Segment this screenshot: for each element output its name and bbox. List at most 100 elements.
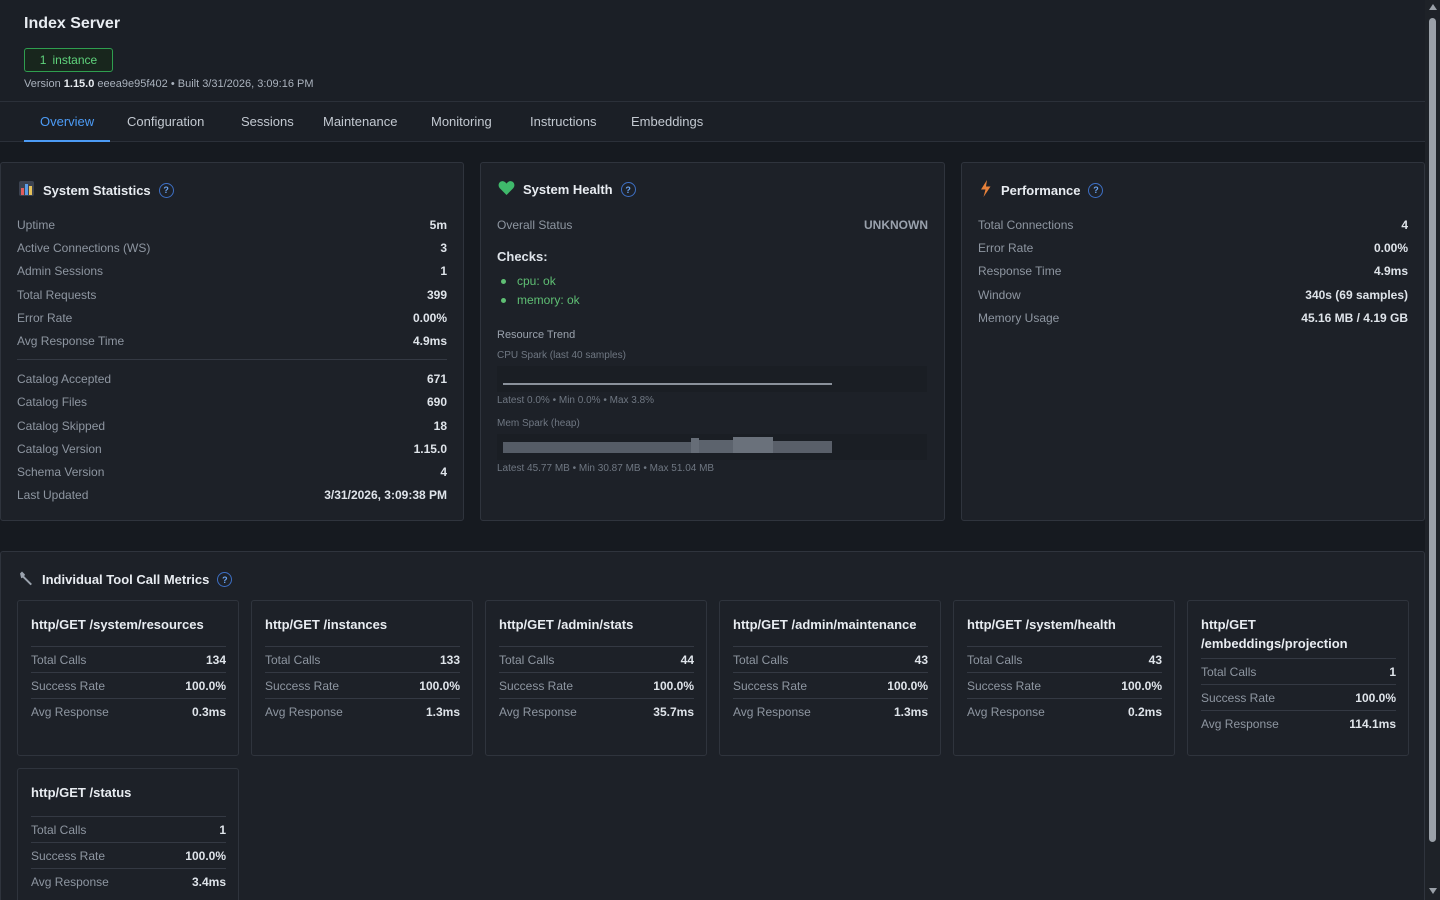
cpu-sparkline — [497, 366, 927, 392]
tool-card: http/GET /system/health Total Calls 43 Su… — [953, 600, 1175, 756]
stat-row: Error Rate 0.00% — [17, 311, 447, 325]
bar-chart-icon — [18, 180, 35, 200]
version-line: Version 1.15.0 eeea9e95f402 • Built 3/31… — [24, 78, 314, 90]
help-icon[interactable]: ? — [217, 572, 233, 587]
perf-row: Response Time 4.9ms — [978, 264, 1408, 278]
mem-spark-stats: Latest 45.77 MB • Min 30.87 MB • Max 51.… — [497, 463, 715, 474]
instance-label: instance — [52, 53, 98, 67]
tab-embeddings[interactable]: Embeddings — [615, 102, 719, 142]
page-title: Index Server — [24, 15, 121, 32]
wrench-icon — [18, 570, 34, 589]
tab-overview[interactable]: Overview — [24, 102, 111, 142]
tool-name: http/GET /system/resources — [31, 617, 204, 632]
catalog-row: Catalog Skipped 18 — [17, 419, 447, 433]
catalog-row: Schema Version 4 — [17, 465, 447, 479]
tool-row: Success Rate 100.0% — [265, 672, 460, 698]
tool-row: Avg Response 35.7ms — [499, 698, 694, 724]
tab-maintenance[interactable]: Maintenance — [307, 102, 413, 142]
stat-row: Avg Response Time 4.9ms — [17, 334, 447, 348]
card-title: System Health ? — [498, 180, 636, 199]
tool-row: Avg Response 3.4ms — [31, 868, 226, 894]
tool-row: Success Rate 100.0% — [1201, 684, 1396, 710]
tool-row: Success Rate 100.0% — [967, 672, 1162, 698]
help-icon[interactable]: ? — [1088, 182, 1104, 198]
tab-configuration[interactable]: Configuration — [111, 102, 220, 142]
version-number: 1.15.0 — [63, 78, 95, 90]
tool-row: Avg Response 1.3ms — [265, 698, 460, 724]
perf-row: Memory Usage 45.16 MB / 4.19 GB — [978, 311, 1408, 325]
catalog-row: Catalog Files 690 — [17, 395, 447, 409]
build-info: eeea9e95f402 • Built 3/31/2026, 3:09:16 … — [97, 78, 314, 90]
scroll-down-icon[interactable] — [1429, 888, 1437, 894]
tab-monitoring[interactable]: Monitoring — [415, 102, 508, 142]
tool-name: http/GET /instances — [265, 617, 388, 632]
tool-name: http/GET /status — [31, 785, 132, 800]
perf-row: Window 340s (69 samples) — [978, 288, 1408, 302]
stat-row: Admin Sessions 1 — [17, 264, 447, 278]
tool-row: Total Calls 43 — [733, 646, 928, 672]
mem-sparkline — [497, 434, 927, 460]
perf-row: Error Rate 0.00% — [978, 241, 1408, 255]
card-title: Individual Tool Call Metrics ? — [18, 570, 233, 589]
tool-row: Avg Response 0.3ms — [31, 698, 226, 724]
heart-icon — [498, 180, 515, 199]
cpu-spark-label: CPU Spark (last 40 samples) — [497, 350, 626, 361]
tool-name: http/GET /admin/stats — [499, 617, 634, 632]
check-item: cpu: ok — [501, 274, 556, 288]
card-title: Performance ? — [979, 180, 1104, 200]
scrollbar-thumb[interactable] — [1429, 18, 1436, 842]
stat-row: Uptime 5m — [17, 218, 447, 232]
tool-row: Success Rate 100.0% — [499, 672, 694, 698]
tab-sessions[interactable]: Sessions — [225, 102, 310, 142]
system-statistics-card: System Statistics ? Uptime 5m Active Conn… — [0, 162, 464, 521]
checks-title: Checks: — [497, 249, 548, 264]
stat-row: Active Connections (WS) 3 — [17, 241, 447, 255]
scroll-up-icon[interactable] — [1429, 4, 1437, 10]
app-header: Index Server 1 instance Version 1.15.0 e… — [0, 0, 1425, 102]
help-icon[interactable]: ? — [620, 182, 636, 197]
catalog-row: Catalog Version 1.15.0 — [17, 442, 447, 456]
perf-row: Total Connections 4 — [978, 218, 1408, 232]
tool-name: http/GET /system/health — [967, 617, 1116, 632]
tool-row: Total Calls 133 — [265, 646, 460, 672]
tool-row: Avg Response 0.2ms — [967, 698, 1162, 724]
tab-bar: Overview Configuration Sessions Maintena… — [0, 102, 1425, 142]
instance-count: 1 — [39, 53, 47, 67]
tool-row: Total Calls 134 — [31, 646, 226, 672]
tool-name: http/GET /embeddings/projection — [1201, 617, 1348, 651]
tool-card: http/GET /instances Total Calls 133 Succe… — [251, 600, 473, 756]
check-item: memory: ok — [501, 293, 580, 307]
tool-row: Success Rate 100.0% — [31, 842, 226, 868]
scrollbar[interactable] — [1425, 0, 1440, 900]
stat-row: Total Requests 399 — [17, 288, 447, 302]
tool-card: http/GET /admin/stats Total Calls 44 Succ… — [485, 600, 707, 756]
tool-card: http/GET /admin/maintenance Total Calls 4… — [719, 600, 941, 756]
tool-card: http/GET /status Total Calls 1 Success Ra… — [17, 768, 239, 900]
resource-trend-label: Resource Trend — [497, 329, 576, 341]
tool-row: Total Calls 1 — [1201, 658, 1396, 684]
divider — [17, 359, 447, 360]
tool-row: Success Rate 100.0% — [31, 672, 226, 698]
help-icon[interactable]: ? — [158, 182, 174, 198]
card-title: System Statistics ? — [18, 180, 174, 200]
tab-instructions[interactable]: Instructions — [514, 102, 612, 142]
performance-card: Performance ? Total Connections 4 Error R… — [961, 162, 1425, 521]
tool-row: Total Calls 43 — [967, 646, 1162, 672]
system-health-card: System Health ? Overall Status UNKNOWN C… — [480, 162, 945, 521]
tool-row: Total Calls 44 — [499, 646, 694, 672]
tool-name: http/GET /admin/maintenance — [733, 617, 917, 632]
tool-card: http/GET /system/resources Total Calls 13… — [17, 600, 239, 756]
tool-row: Avg Response 114.1ms — [1201, 710, 1396, 736]
tool-row: Total Calls 1 — [31, 816, 226, 842]
catalog-row: Catalog Accepted 671 — [17, 372, 447, 386]
overall-status-row: Overall Status UNKNOWN — [497, 218, 928, 232]
tool-row: Success Rate 100.0% — [733, 672, 928, 698]
catalog-row: Last Updated 3/31/2026, 3:09:38 PM — [17, 488, 447, 502]
instance-badge[interactable]: 1 instance — [24, 48, 113, 72]
tool-row: Avg Response 1.3ms — [733, 698, 928, 724]
tool-card: http/GET /embeddings/projection Total Ca… — [1187, 600, 1409, 756]
status-badge: UNKNOWN — [864, 218, 928, 232]
cpu-spark-stats: Latest 0.0% • Min 0.0% • Max 3.8% — [497, 395, 655, 406]
lightning-icon — [979, 180, 993, 200]
mem-spark-label: Mem Spark (heap) — [497, 418, 580, 429]
